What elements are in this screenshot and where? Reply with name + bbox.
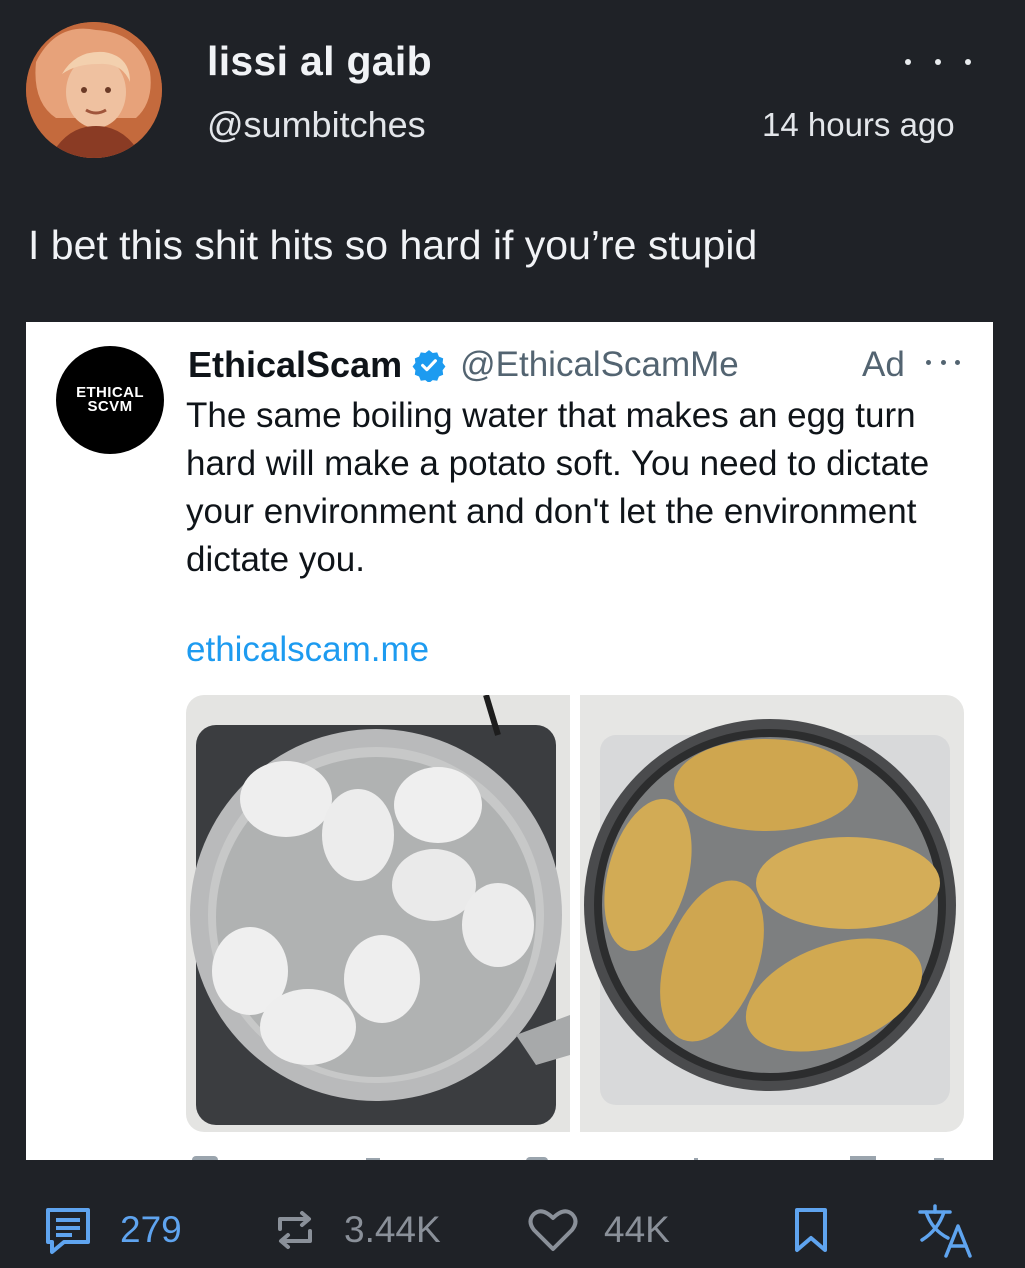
embedded-author-name: EthicalScam [188, 344, 403, 385]
post-text: I bet this shit hits so hard if you’re s… [28, 222, 758, 268]
like-icon [528, 1209, 578, 1251]
repost-icon [278, 1211, 312, 1249]
embedded-author-handle: @EthicalScamMe [460, 345, 739, 384]
embedded-header: EthicalScam @EthicalScamMe [188, 340, 739, 390]
embedded-link: ethicalscam.me [186, 630, 430, 669]
translate-icon [918, 1204, 972, 1258]
reply-icon [46, 1208, 90, 1254]
post-timestamp: 14 hours ago [762, 106, 955, 143]
reply-count: 279 [120, 1209, 182, 1250]
author-display-name[interactable]: lissi al gaib [207, 38, 432, 85]
reply-button[interactable]: 279 [42, 1192, 182, 1268]
ethicalscam-avatar: ETHICAL SCVM [56, 346, 164, 454]
more-options-icon[interactable] [905, 44, 971, 80]
like-button[interactable]: 44K [528, 1192, 670, 1268]
repost-button[interactable]: 3.44K [272, 1192, 441, 1268]
bookmark-icon [795, 1208, 827, 1252]
ad-label: Ad [862, 345, 905, 384]
author-avatar[interactable] [26, 22, 162, 158]
like-count: 44K [604, 1209, 670, 1250]
potatoes-in-pot-image [580, 695, 964, 1132]
embedded-more-icon [926, 352, 960, 372]
embedded-media [186, 695, 964, 1132]
eggs-in-pot-image [186, 695, 570, 1132]
post-action-bar: 279 3.44K 44K [0, 1192, 1025, 1268]
avatar-text-line2: SCVM [87, 398, 133, 415]
bookmark-button[interactable] [792, 1192, 830, 1268]
translate-button[interactable] [916, 1192, 974, 1268]
embedded-body-text: The same boiling water that makes an egg… [186, 396, 930, 579]
embedded-ad-image[interactable]: ETHICAL SCVM EthicalScam @EthicalScamMe … [26, 322, 993, 1160]
author-handle[interactable]: @sumbitches [207, 104, 426, 146]
verified-badge-icon [412, 350, 446, 382]
repost-count: 3.44K [344, 1209, 441, 1250]
embedded-actions-peek [192, 1156, 944, 1160]
